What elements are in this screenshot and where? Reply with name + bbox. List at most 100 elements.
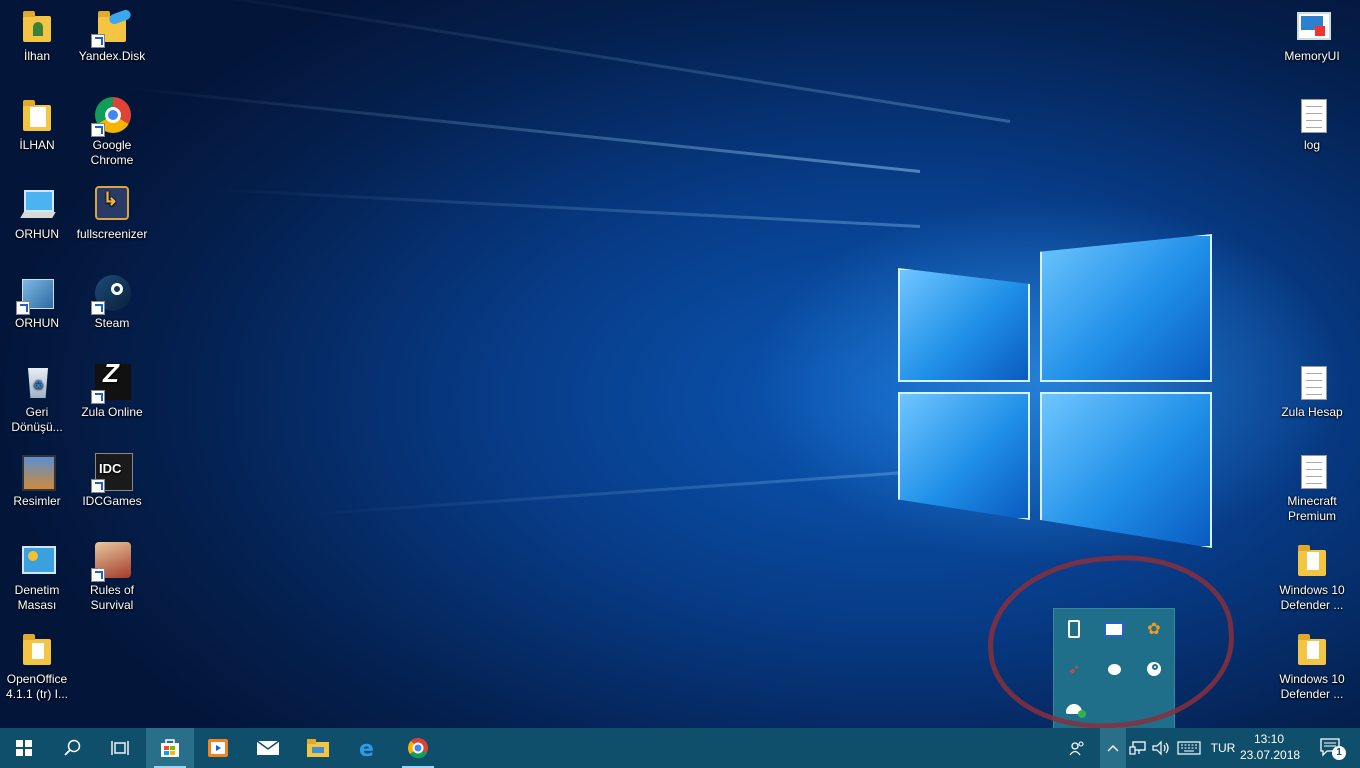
idcgames-icon: IDC <box>91 453 133 493</box>
desktop-icon-label: IDCGames <box>82 494 142 508</box>
desktop-icon-label: Resimler <box>13 494 61 508</box>
user-folder-icon <box>18 8 56 46</box>
clock-date: 23.07.2018 <box>1240 748 1301 762</box>
desktop-icon-label: Denetim Masası <box>14 583 60 612</box>
fullscreenizer-icon: ↳ <box>93 186 131 224</box>
control-panel-icon <box>18 542 56 580</box>
action-center-button[interactable]: 1 <box>1312 728 1350 768</box>
mail-button[interactable] <box>244 728 292 768</box>
store-icon <box>161 739 179 757</box>
desktop-icon-label: Windows 10 Defender ... <box>1279 672 1345 701</box>
desktop-icon-label: MemoryUI <box>1284 49 1340 63</box>
desktop-icon-windows-10-defender-1[interactable]: Windows 10 Defender ... <box>1274 542 1350 613</box>
keyboard-icon <box>1177 741 1201 755</box>
folder-icon <box>18 97 56 135</box>
mail-icon <box>256 740 280 755</box>
search-icon <box>64 739 81 756</box>
zula-icon: Z <box>91 360 131 404</box>
desktop-icon-label: ORHUN <box>15 227 59 241</box>
desktop-icon-pictures[interactable]: Resimler <box>0 453 75 509</box>
desktop-icon-zula-hesap[interactable]: Zula Hesap <box>1274 364 1350 420</box>
desktop-icon-recycle-bin[interactable]: ♻ Geri Dönüşü... <box>0 364 75 435</box>
text-document-icon <box>1293 364 1331 402</box>
chevron-up-icon <box>1107 745 1119 752</box>
desktop-icon-minecraft-premium[interactable]: Minecraft Premium <box>1274 453 1350 524</box>
desktop-icon-label: Zula Online <box>81 405 143 419</box>
memoryui-icon <box>1293 8 1331 46</box>
desktop-icon-label: İLHAN <box>19 138 55 152</box>
desktop-icon-orhun-image[interactable]: ORHUN <box>0 275 75 331</box>
desktop-icon-label: Steam <box>94 316 130 330</box>
search-button[interactable] <box>48 728 96 768</box>
text-document-icon <box>1293 97 1331 135</box>
store-button[interactable] <box>146 728 194 768</box>
desktop-icon-label: Geri Dönüşü... <box>11 405 63 434</box>
desktop-icon-label: log <box>1303 138 1320 152</box>
start-button[interactable] <box>0 728 48 768</box>
task-view-icon <box>111 741 129 755</box>
steam-icon <box>91 275 131 315</box>
volume-button[interactable] <box>1150 728 1172 768</box>
desktop-icon-label: Rules of Survival <box>89 583 135 612</box>
clock[interactable]: 13:10 23.07.2018 <box>1240 731 1301 763</box>
desktop-icon-label: ORHUN <box>15 316 59 330</box>
edge-icon: e <box>359 737 374 759</box>
touch-keyboard-button[interactable] <box>1174 728 1204 768</box>
desktop-icon-openoffice[interactable]: OpenOffice 4.1.1 (tr) I... <box>0 631 75 702</box>
file-explorer-icon <box>307 739 329 757</box>
pictures-icon <box>18 453 56 491</box>
speaker-icon <box>1152 740 1169 756</box>
desktop-icon-log[interactable]: log <box>1274 97 1350 153</box>
network-button[interactable] <box>1126 728 1150 768</box>
media-player-button[interactable] <box>194 728 242 768</box>
people-icon <box>1069 741 1084 756</box>
text-document-icon <box>1293 453 1331 491</box>
desktop-background: İlhan İLHAN ORHUN ORHUN ♻ Geri Dönüşü...… <box>0 0 1360 728</box>
yandex-disk-icon <box>91 8 133 48</box>
edge-button[interactable]: e <box>344 728 392 768</box>
desktop-icon-rules-of-survival[interactable]: Rules of Survival <box>74 542 150 613</box>
network-icon <box>1129 741 1146 755</box>
rules-of-survival-icon <box>91 542 131 582</box>
taskbar: e TUR 13:10 23.07.2018 1 <box>0 728 1360 768</box>
recycle-bin-icon: ♻ <box>18 364 56 402</box>
language-indicator[interactable]: TUR <box>1206 728 1240 768</box>
notification-count-badge: 1 <box>1332 746 1346 760</box>
desktop-icon-label: Windows 10 Defender ... <box>1279 583 1345 612</box>
desktop-icon-label: Zula Hesap <box>1281 405 1343 419</box>
network-image-icon <box>16 275 56 315</box>
computer-icon <box>18 186 56 224</box>
chrome-icon <box>408 738 428 759</box>
desktop-icon-memoryui[interactable]: MemoryUI <box>1274 8 1350 64</box>
desktop-icon-label: Minecraft Premium <box>1287 494 1337 523</box>
clock-time: 13:10 <box>1253 732 1285 746</box>
desktop-icon-ilhan[interactable]: İlhan <box>0 8 75 64</box>
folder-icon <box>1293 542 1331 580</box>
file-explorer-button[interactable] <box>294 728 342 768</box>
people-button[interactable] <box>1064 728 1090 768</box>
light-beam <box>200 187 921 228</box>
annotation-circle <box>983 549 1239 728</box>
svg-text:e: e <box>359 737 374 759</box>
openoffice-folder-icon <box>18 631 56 669</box>
desktop-icon-label: Google Chrome <box>90 138 134 167</box>
folder-icon <box>1293 631 1331 669</box>
desktop-icon-windows-10-defender-2[interactable]: Windows 10 Defender ... <box>1274 631 1350 702</box>
light-beam <box>124 86 921 173</box>
task-view-button[interactable] <box>96 728 144 768</box>
desktop-icon-fullscreenizer[interactable]: ↳ fullscreenizer <box>74 186 150 242</box>
desktop-icon-control-panel[interactable]: Denetim Masası <box>0 542 75 613</box>
desktop-icon-google-chrome[interactable]: Google Chrome <box>74 97 150 168</box>
desktop-icon-label: İlhan <box>23 49 51 63</box>
light-beam <box>301 470 921 517</box>
chrome-taskbar-button[interactable] <box>394 728 442 768</box>
desktop-icon-orhun-pc[interactable]: ORHUN <box>0 186 75 242</box>
desktop-icon-zula-online[interactable]: Z Zula Online <box>74 360 150 420</box>
media-player-icon <box>208 739 228 757</box>
show-hidden-icons-button[interactable] <box>1100 728 1126 768</box>
desktop-icon-steam[interactable]: Steam <box>74 275 150 331</box>
desktop-icon-yandex-disk[interactable]: Yandex.Disk <box>74 8 150 64</box>
start-icon <box>16 740 32 756</box>
desktop-icon-idcgames[interactable]: IDC IDCGames <box>74 453 150 509</box>
desktop-icon-ilhan-folder[interactable]: İLHAN <box>0 97 75 153</box>
